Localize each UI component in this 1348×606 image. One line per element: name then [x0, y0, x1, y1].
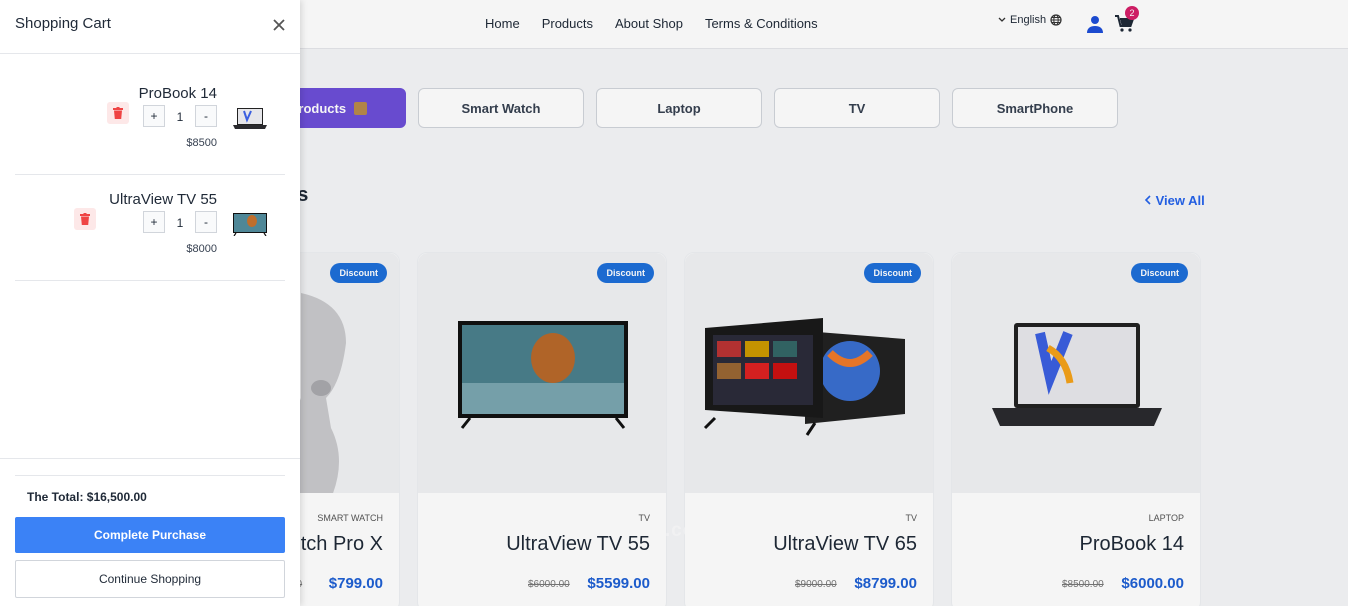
- complete-purchase-button[interactable]: Complete Purchase: [15, 517, 285, 553]
- trash-icon: [113, 107, 123, 119]
- cart-item-name: UltraView TV 55: [109, 191, 217, 208]
- drawer-title: Shopping Cart: [15, 15, 111, 32]
- cart-total: The Total: $16,500.00: [27, 490, 147, 504]
- laptop-thumbnail: [233, 108, 267, 129]
- cart-item-qty: 1: [176, 216, 184, 230]
- cart-item: UltraView TV 55 + 1 - $8000: [15, 175, 285, 281]
- close-icon[interactable]: [272, 18, 286, 32]
- decrease-qty-button[interactable]: -: [195, 211, 217, 233]
- continue-shopping-button[interactable]: Continue Shopping: [15, 560, 285, 598]
- trash-icon: [80, 213, 90, 225]
- decrease-qty-button[interactable]: -: [195, 105, 217, 127]
- cart-item-name: ProBook 14: [138, 85, 217, 102]
- increase-qty-button[interactable]: +: [143, 105, 165, 127]
- shopping-cart-drawer: Shopping Cart ProBook 14 + 1 - $8500 Ult…: [0, 0, 300, 606]
- cart-item-price: $8500: [186, 137, 217, 149]
- cart-item-price: $8000: [186, 243, 217, 255]
- delete-item-button[interactable]: [74, 208, 96, 230]
- cart-item-qty: 1: [176, 110, 184, 124]
- increase-qty-button[interactable]: +: [143, 211, 165, 233]
- drawer-header: Shopping Cart: [0, 0, 300, 54]
- divider: [15, 475, 285, 476]
- tv-thumbnail: [233, 213, 267, 236]
- drawer-backdrop[interactable]: [300, 0, 1348, 606]
- drawer-footer: The Total: $16,500.00 Complete Purchase …: [0, 458, 300, 606]
- cart-item: ProBook 14 + 1 - $8500: [15, 69, 285, 175]
- delete-item-button[interactable]: [107, 102, 129, 124]
